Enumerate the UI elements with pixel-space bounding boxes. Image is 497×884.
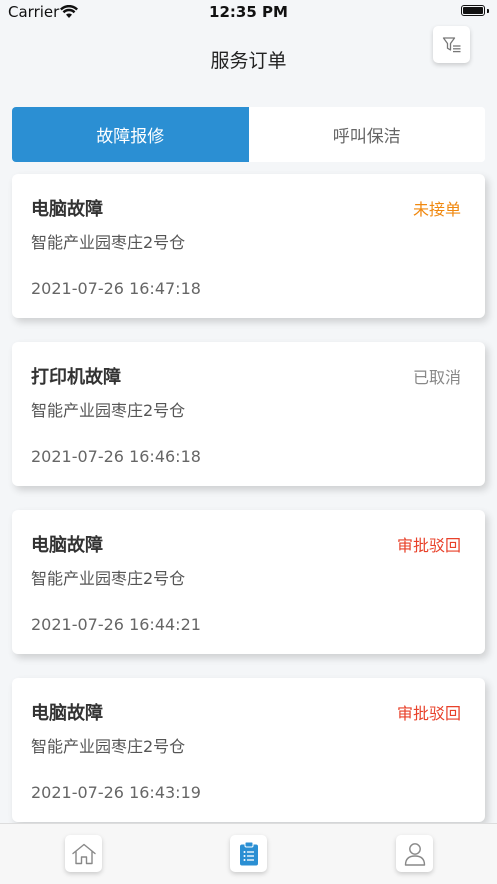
battery-tip: [487, 9, 489, 13]
filter-list-icon: [442, 36, 460, 52]
battery-icon: [461, 5, 485, 16]
order-status: 审批驳回: [396, 704, 461, 723]
clipboard-icon: [239, 841, 258, 865]
order-time: 2021-07-26 16:46:18: [31, 447, 201, 466]
home-icon: [71, 843, 96, 864]
order-time: 2021-07-26 16:47:18: [31, 279, 201, 298]
filter-button[interactable]: [433, 26, 470, 63]
tab-home[interactable]: [65, 835, 102, 872]
order-title: 打印机故障: [31, 367, 121, 388]
tab-repair[interactable]: 故障报修: [12, 107, 249, 162]
order-status: 已取消: [412, 368, 461, 387]
order-status: 未接单: [412, 200, 461, 219]
order-time: 2021-07-26 16:43:19: [31, 783, 201, 802]
status-bar: Carrier 12:35 PM: [0, 0, 497, 26]
order-location: 智能产业园枣庄2号仓: [31, 401, 186, 420]
bottom-tab-bar: [0, 823, 497, 884]
page-title: 服务订单: [210, 50, 287, 72]
order-card[interactable]: 电脑故障 审批驳回 智能产业园枣庄2号仓 2021-07-26 16:43:19: [12, 678, 485, 822]
tab-orders[interactable]: [230, 835, 267, 872]
order-title: 电脑故障: [31, 199, 103, 220]
order-location: 智能产业园枣庄2号仓: [31, 737, 186, 756]
order-card[interactable]: 电脑故障 未接单 智能产业园枣庄2号仓 2021-07-26 16:47:18: [12, 174, 485, 318]
order-title: 电脑故障: [31, 535, 103, 556]
order-card[interactable]: 电脑故障 审批驳回 智能产业园枣庄2号仓 2021-07-26 16:44:21: [12, 510, 485, 654]
tab-profile[interactable]: [396, 835, 433, 872]
order-type-tabs: 故障报修 呼叫保洁: [12, 107, 485, 162]
order-location: 智能产业园枣庄2号仓: [31, 569, 186, 588]
order-status: 审批驳回: [396, 536, 461, 555]
order-location: 智能产业园枣庄2号仓: [31, 233, 186, 252]
order-card[interactable]: 打印机故障 已取消 智能产业园枣庄2号仓 2021-07-26 16:46:18: [12, 342, 485, 486]
tab-cleaning[interactable]: 呼叫保洁: [248, 107, 485, 162]
order-time: 2021-07-26 16:44:21: [31, 615, 201, 634]
order-title: 电脑故障: [31, 703, 103, 724]
status-time: 12:35 PM: [209, 3, 288, 21]
user-icon: [404, 842, 425, 866]
